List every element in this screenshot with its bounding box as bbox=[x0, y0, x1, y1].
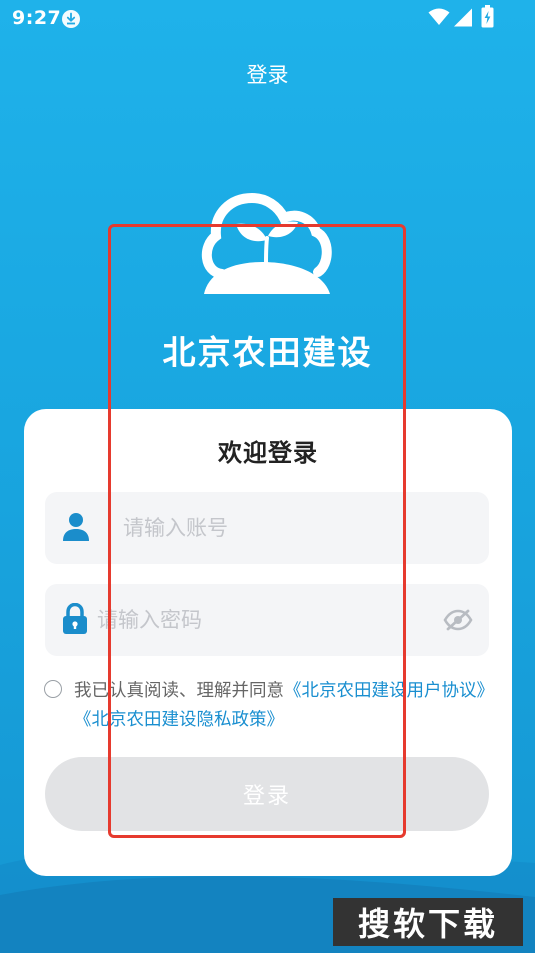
signal-icon bbox=[454, 8, 472, 27]
lock-icon bbox=[63, 603, 87, 634]
user-icon bbox=[63, 513, 89, 541]
login-screen: 9:27 登录 北京农田建设 欢迎登录 请输入账号 我已认真阅读、理解并同意《北… bbox=[0, 0, 535, 953]
highlight-frame bbox=[108, 224, 406, 838]
eye-hidden-icon[interactable] bbox=[443, 609, 473, 631]
status-bar: 9:27 bbox=[0, 0, 535, 36]
watermark: 搜软下载 bbox=[333, 898, 523, 946]
battery-icon bbox=[481, 5, 494, 28]
agreement-checkbox[interactable] bbox=[44, 680, 62, 698]
status-time: 9:27 bbox=[12, 7, 62, 29]
download-icon bbox=[62, 10, 80, 28]
page-title: 登录 bbox=[246, 63, 289, 87]
wifi-icon bbox=[428, 8, 450, 25]
